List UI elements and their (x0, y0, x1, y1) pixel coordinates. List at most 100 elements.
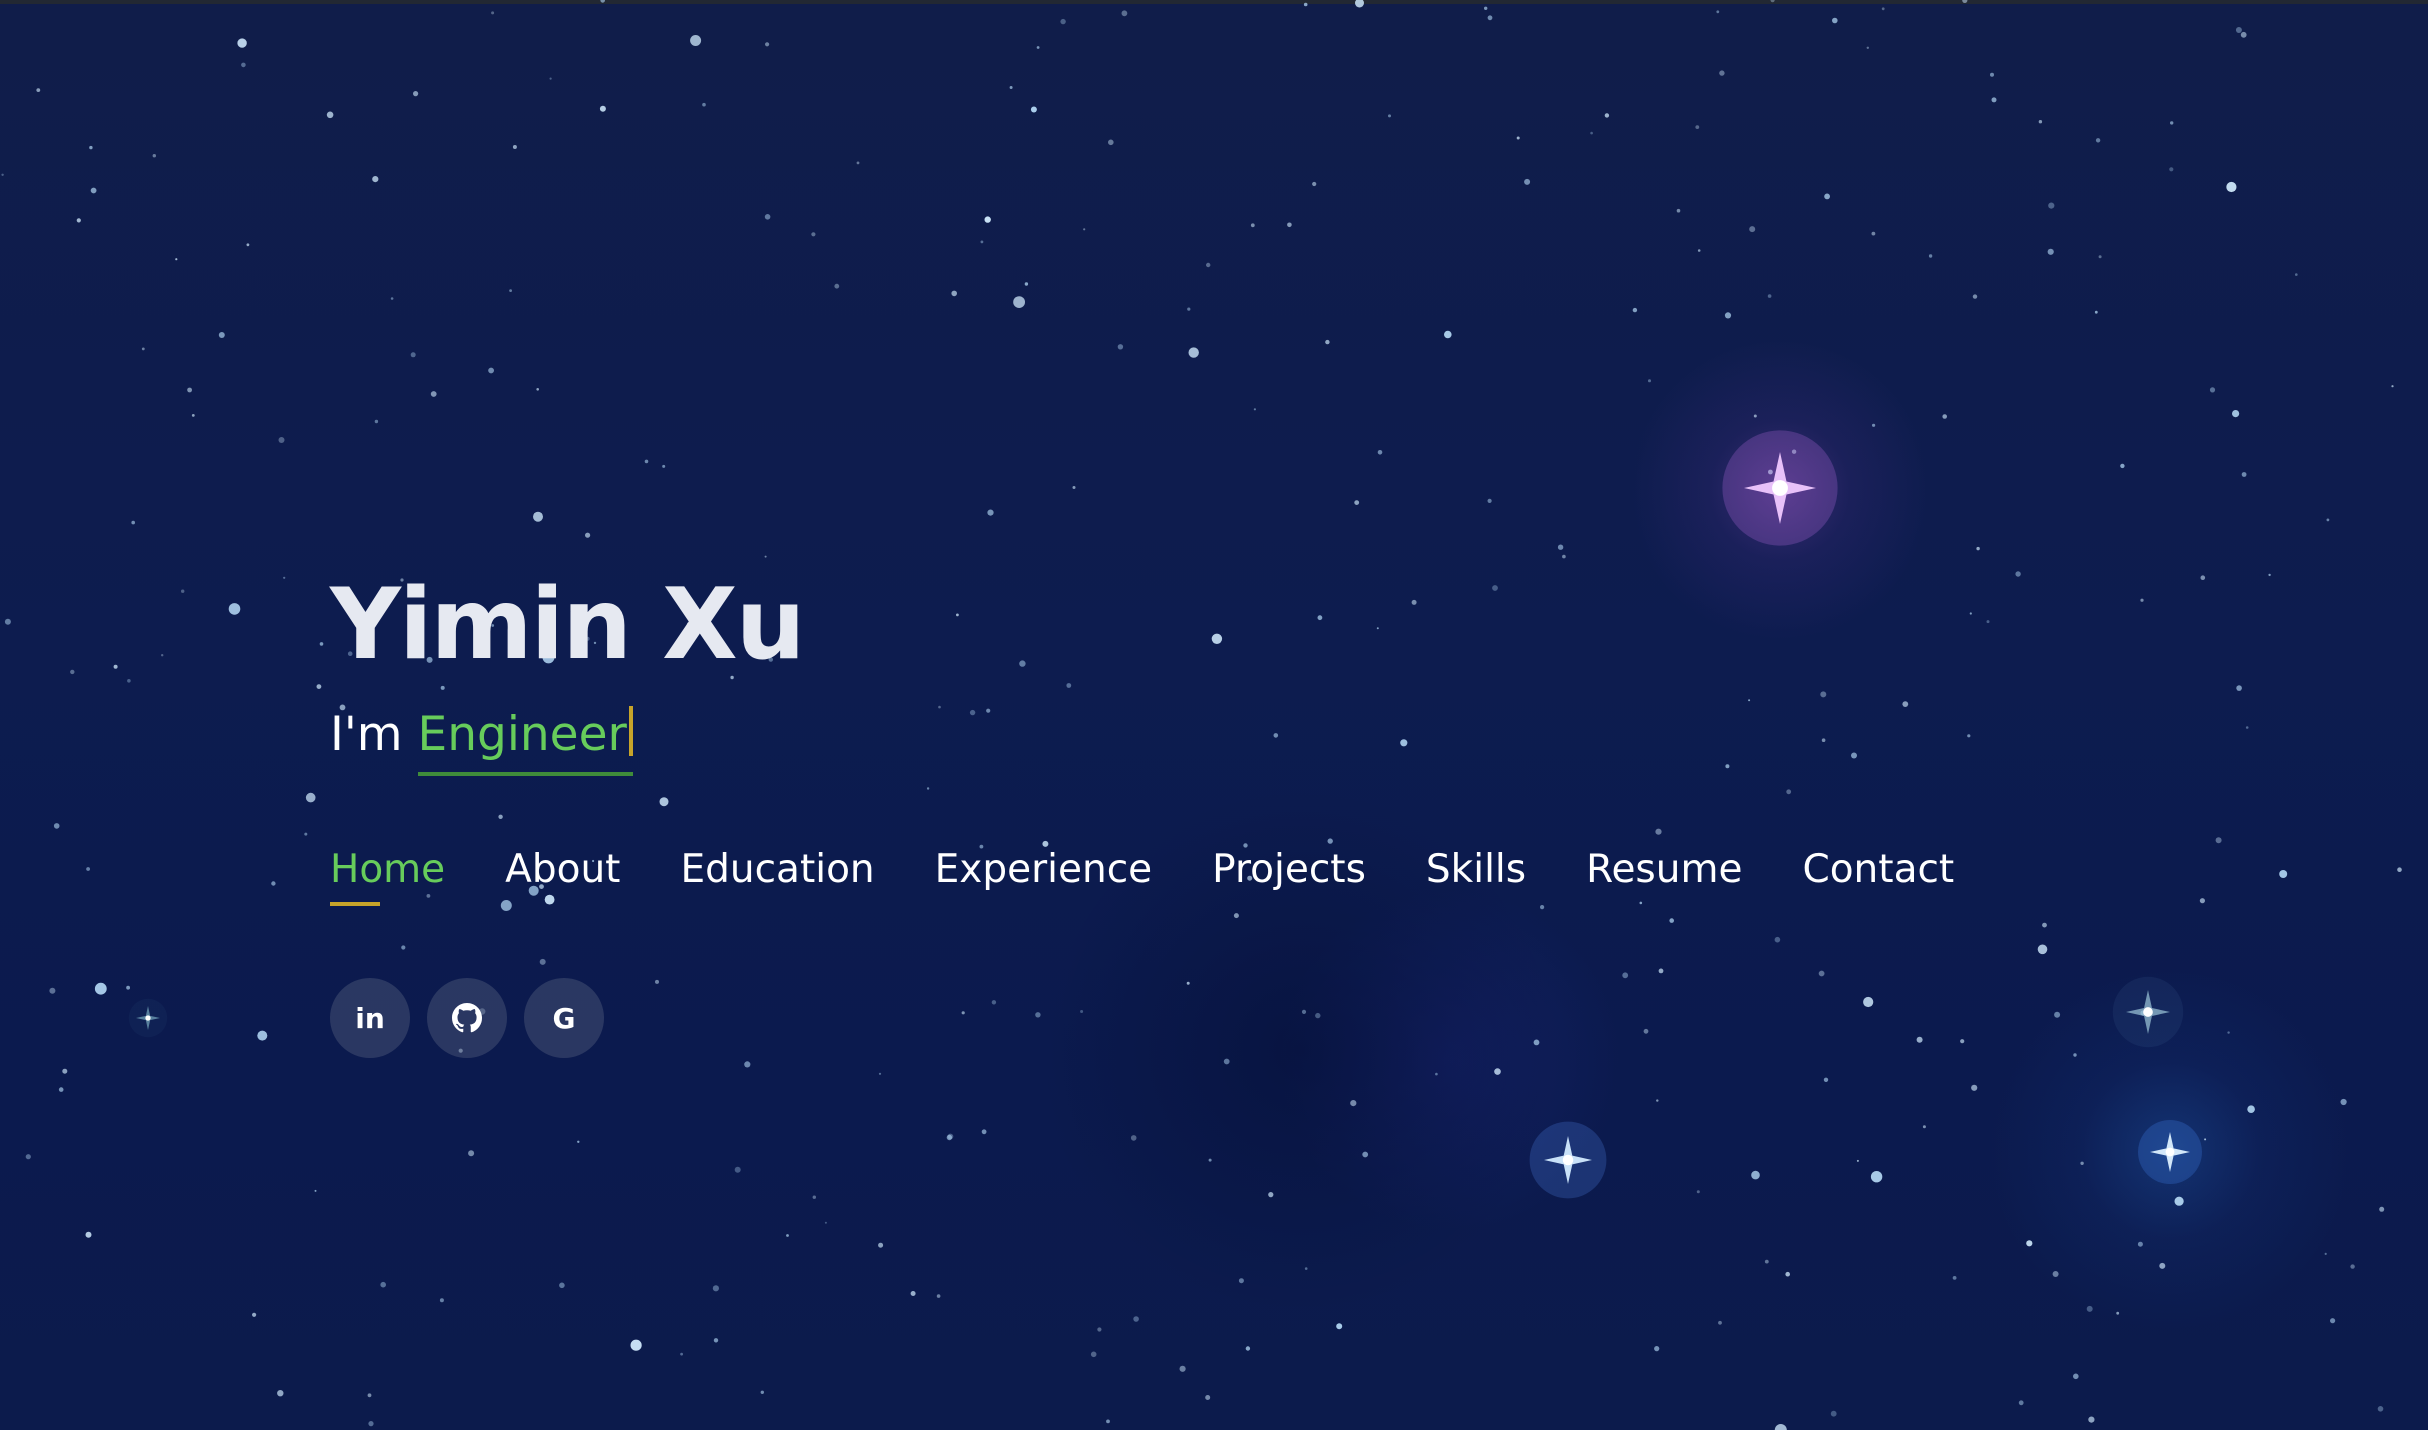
star (2080, 1161, 2084, 1166)
star (1492, 585, 1498, 591)
star (1830, 1410, 1837, 1417)
star (1019, 660, 1026, 667)
star (2268, 573, 2271, 577)
star (2324, 1252, 2327, 1255)
star (1268, 1192, 1274, 1198)
star (2330, 1318, 2336, 1324)
star (410, 352, 416, 358)
star (764, 214, 771, 220)
star (1870, 1171, 1883, 1183)
nav-item-education[interactable]: Education (680, 840, 874, 900)
star (1325, 339, 1330, 345)
star (1871, 231, 1876, 236)
star (585, 532, 591, 538)
star (1562, 554, 1566, 559)
star (1656, 1099, 1659, 1102)
bright-star (2138, 1120, 2202, 1184)
star (498, 814, 503, 819)
star (2247, 1105, 2255, 1113)
star (62, 1068, 68, 1074)
star (1336, 1323, 1343, 1330)
star (1590, 131, 1593, 135)
star (1716, 10, 1720, 14)
nav-item-home[interactable]: Home (330, 840, 445, 906)
typed-text-underline: Engineer (417, 700, 633, 776)
star (1818, 970, 1825, 977)
star (1066, 683, 1072, 688)
star (1188, 347, 1199, 358)
nav-item-contact[interactable]: Contact (1802, 840, 1954, 900)
nav-item-projects[interactable]: Projects (1212, 840, 1366, 900)
star (2236, 685, 2242, 691)
star (1354, 500, 1360, 505)
star (655, 979, 659, 984)
star (2209, 387, 2216, 393)
star (181, 589, 185, 593)
star (1881, 7, 1885, 11)
star (49, 987, 56, 994)
star (326, 111, 334, 119)
star (252, 1312, 257, 1317)
star (1133, 1316, 1139, 1322)
star (2174, 1196, 2184, 1206)
nav-item-resume[interactable]: Resume (1586, 840, 1742, 900)
star (430, 391, 437, 397)
star (1851, 752, 1857, 759)
star (1350, 1100, 1357, 1107)
star (2038, 120, 2043, 124)
star (70, 669, 75, 675)
star (2350, 1264, 2355, 1269)
linkedin-button[interactable]: in (330, 978, 410, 1058)
star (1821, 738, 1826, 742)
star (2073, 1053, 2077, 1057)
star (1533, 1039, 1540, 1046)
star (1388, 114, 1391, 118)
star (1376, 627, 1379, 630)
nav-item-skills[interactable]: Skills (1426, 840, 1526, 900)
star (131, 520, 135, 525)
star (2159, 1262, 2166, 1269)
star (2227, 1031, 2230, 1034)
star (113, 664, 118, 669)
star (1400, 739, 1408, 747)
hero-section: Yimin Xu I'm Engineer Home About Educati… (0, 0, 2428, 1430)
star (786, 1234, 789, 1237)
star (2379, 1206, 2385, 1212)
star (2073, 1373, 2079, 1380)
star (1211, 633, 1223, 644)
star (1969, 612, 1972, 615)
star (1960, 1039, 1965, 1044)
star (2088, 1416, 2095, 1423)
star (1676, 208, 1681, 213)
star (1035, 1012, 1041, 1018)
nav-item-about[interactable]: About (505, 840, 620, 900)
star (1866, 46, 1870, 49)
star (1206, 262, 1211, 268)
star (1824, 193, 1830, 200)
star (760, 1390, 764, 1395)
star (2215, 837, 2222, 844)
star (1524, 178, 1531, 185)
nav-item-experience[interactable]: Experience (935, 840, 1153, 900)
star (856, 161, 860, 165)
star (1748, 699, 1751, 702)
star (1179, 1365, 1186, 1372)
star (539, 958, 546, 965)
google-button[interactable]: G (524, 978, 604, 1058)
star (1108, 139, 1114, 146)
star (938, 705, 941, 709)
star (1986, 620, 1990, 624)
star (1072, 486, 1076, 489)
github-button[interactable] (427, 978, 507, 1058)
star (1036, 46, 1040, 49)
star (175, 258, 178, 261)
star (1287, 222, 1292, 228)
star (600, 0, 605, 3)
star (367, 1393, 372, 1398)
star (161, 654, 164, 657)
star (2054, 1011, 2061, 1018)
main-nav: Home About Education Experience Projects… (330, 840, 2014, 906)
star (946, 1134, 953, 1141)
star (2377, 1406, 2384, 1412)
star (500, 900, 512, 911)
